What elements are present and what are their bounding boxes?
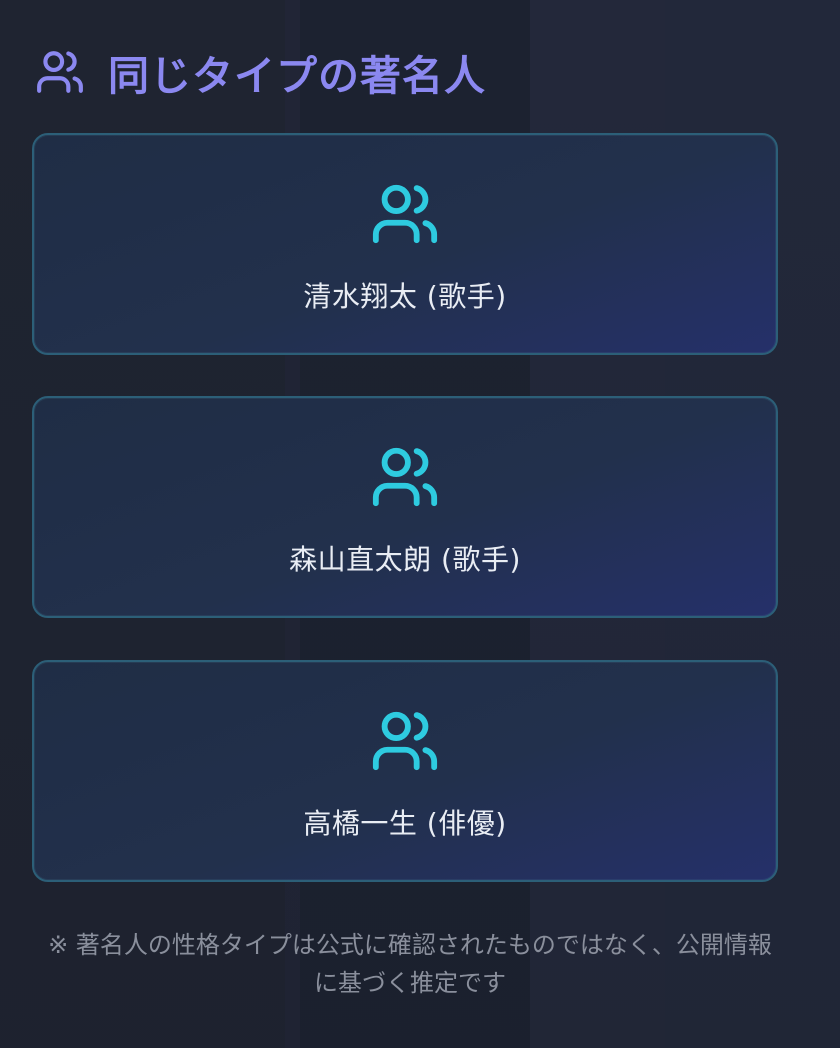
celebrity-card[interactable]: 森山直太朗 (歌手) — [32, 396, 778, 618]
celebrities-section: 同じタイプの著名人 清水翔太 (歌手) 森山直太朗 (歌手) 高橋一生 (俳優)… — [0, 0, 840, 1048]
users-icon — [367, 179, 443, 249]
users-icon — [367, 706, 443, 776]
users-icon — [367, 442, 443, 512]
celebrity-name: 清水翔太 (歌手) — [303, 280, 507, 313]
disclaimer-note: ※ 著名人の性格タイプは公式に確認されたものではなく、公開情報に基づく推定です — [48, 931, 772, 997]
users-icon — [32, 44, 88, 100]
celebrity-name: 高橋一生 (俳優) — [303, 807, 507, 840]
section-header: 同じタイプの著名人 — [32, 42, 486, 102]
section-title: 同じタイプの著名人 — [108, 52, 486, 100]
celebrity-card[interactable]: 高橋一生 (俳優) — [32, 660, 778, 882]
celebrity-card[interactable]: 清水翔太 (歌手) — [32, 133, 778, 355]
celebrity-name: 森山直太朗 (歌手) — [289, 543, 521, 576]
